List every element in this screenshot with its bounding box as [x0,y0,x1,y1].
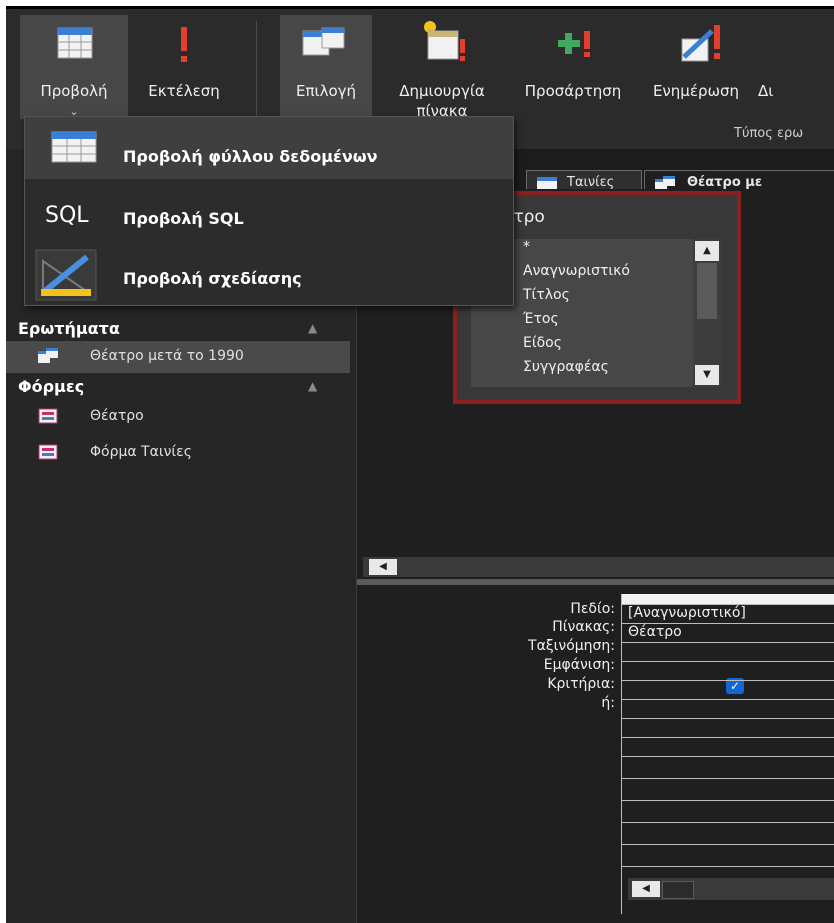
field-item[interactable]: Αναγνωριστικό [523,263,630,279]
sql-icon: SQL [45,203,89,228]
datasheet-view-icon [51,131,97,163]
scroll-left-icon[interactable]: ◀ [632,881,660,897]
scroll-thumb[interactable] [662,881,694,899]
field-item[interactable]: Συγγραφέας [523,359,609,375]
pane-splitter[interactable] [357,579,834,585]
update-query-label: Ενημέρωση [652,82,740,100]
select-query-button[interactable]: Επιλογή [280,15,372,119]
nav-section-forms[interactable]: Φόρμες [18,377,84,396]
run-button[interactable]: Εκτέλεση [128,15,240,119]
query-design-grid: [Αναγνωριστικό] Θέατρο ✓ ◀ [621,594,834,914]
nav-item-form-movies[interactable]: Φόρμα Ταινίες [6,437,350,469]
nav-item-label: Θέατρο [90,408,144,424]
select-query-label: Επιλογή [295,82,357,100]
nav-item-label: Θέατρο μετά το 1990 [90,348,244,364]
scroll-down-icon[interactable]: ▼ [695,365,719,385]
scroll-up-icon[interactable]: ▲ [695,241,719,261]
grid-horizontal-scrollbar[interactable]: ◀ [628,878,834,900]
nav-section-queries[interactable]: Ερωτήματα [18,319,120,338]
nav-item-query[interactable]: Θέατρο μετά το 1990 [6,341,350,373]
field-item[interactable]: Έτος [523,311,559,327]
view-button[interactable]: Προβολή ⌄ [20,15,128,119]
field-item[interactable]: * [523,239,530,255]
column-selector[interactable] [622,594,834,604]
design-horizontal-scrollbar[interactable]: ◀ [363,557,834,577]
nav-item-label: Φόρμα Ταινίες [90,444,192,460]
query-icon [38,348,58,363]
menu-item-design-view[interactable]: Προβολή σχεδίασης [25,245,513,307]
run-exclamation-icon [181,27,187,62]
pin-icon[interactable]: ▲ [308,379,317,393]
scroll-left-icon[interactable]: ◀ [369,559,397,575]
append-query-icon [558,31,590,57]
delete-query-label: Δι [758,82,774,100]
row-label-or: ή: [601,695,615,711]
row-label-field: Πεδίο: [570,601,615,617]
field-cell[interactable]: [Αναγνωριστικό] [628,605,746,621]
update-query-icon [681,25,720,62]
run-button-label: Εκτέλεση [148,82,220,100]
tab-label: Θέατρο με [687,175,763,190]
menu-item-label: Προβολή σχεδίασης [123,269,302,288]
select-query-icon [302,27,345,56]
row-label-criteria: Κριτήρια: [547,676,615,692]
scroll-thumb[interactable] [697,263,717,319]
menu-item-label: Προβολή φύλλου δεδομένων [123,147,378,166]
menu-item-sql-view[interactable]: SQL Προβολή SQL [25,185,513,247]
delete-query-button[interactable]: Δι [758,15,834,119]
tab-label: Ταινίες [567,175,615,190]
menu-item-label: Προβολή SQL [123,209,244,228]
form-icon [38,408,58,424]
view-dropdown-menu: Προβολή φύλλου δεδομένων SQL Προβολή SQL… [24,116,514,306]
make-table-label: Δημιουργία [399,82,485,100]
append-query-label: Προσάρτηση [524,82,622,100]
pin-icon[interactable]: ▲ [308,321,317,335]
row-label-sort: Ταξινόμηση: [528,638,615,654]
field-item[interactable]: Τίτλος [523,287,570,303]
datasheet-view-icon [57,27,93,59]
access-window: Προβολή ⌄ Εκτέλεση Επιλογή Δημιουργία πί… [6,6,834,923]
append-query-button[interactable]: Προσάρτηση [512,15,634,119]
field-list-scrollbar[interactable]: ▲ ▼ [693,239,721,387]
make-table-icon [424,21,465,61]
query-type-group-label: Τύπος ερω [734,126,804,141]
row-label-table: Πίνακας: [552,619,615,635]
design-view-icon [35,249,97,301]
update-query-button[interactable]: Ενημέρωση [634,15,758,119]
view-button-label: Προβολή [40,82,108,100]
table-cell[interactable]: Θέατρο [628,624,682,640]
field-item[interactable]: Είδος [523,335,562,351]
form-icon [38,444,58,460]
nav-item-form-theatre[interactable]: Θέατρο [6,401,350,433]
make-table-button[interactable]: Δημιουργία πίνακα [372,15,512,120]
row-label-show: Εμφάνιση: [543,657,615,673]
ribbon-divider [256,21,257,117]
menu-item-datasheet-view[interactable]: Προβολή φύλλου δεδομένων [25,117,513,179]
